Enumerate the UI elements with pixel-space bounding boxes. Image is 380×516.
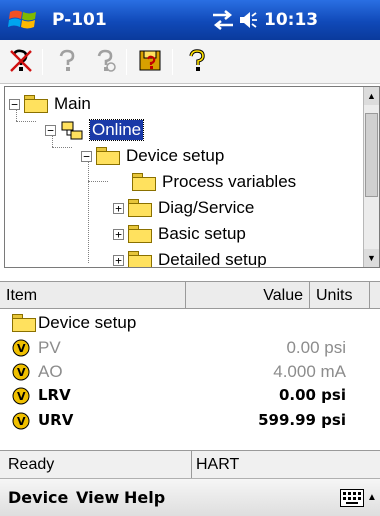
tree-connector [88,161,89,263]
list-item-label: AO [38,362,63,381]
list-item-value: 0.00 psi [278,386,346,404]
window-title: P-101 [52,10,107,30]
network-device-icon [60,121,84,140]
windows-start-icon[interactable] [6,6,40,34]
toolbar-separator [42,49,43,75]
variable-icon: V [12,363,32,381]
svg-text:V: V [17,390,26,403]
volume-icon[interactable] [238,9,258,31]
collapse-toggle[interactable]: − [9,98,20,110]
status-bar: Ready HART [0,450,380,479]
list-item-value: 599.99 psi [258,411,346,429]
tree-node-device-setup[interactable]: − Device setup [81,143,224,169]
column-header-item[interactable]: Item [0,282,186,309]
tree-node-label: Process variables [162,172,297,191]
tree-node-label: Device setup [126,146,225,165]
collapse-toggle[interactable]: − [81,150,92,162]
connectivity-icon[interactable] [210,9,236,31]
tree-node-label: Main [54,94,91,113]
folder-icon [24,95,48,113]
svg-text:V: V [17,366,26,379]
offline-device-icon[interactable] [8,48,34,74]
list-item-label: PV [38,338,61,357]
list-item-pv[interactable]: V PV 0.00 psi [0,336,380,360]
menu-view[interactable]: View [76,488,119,507]
list-item-label: URV [38,411,74,429]
expand-toggle[interactable]: + [113,254,124,266]
tree-node-label: Online [88,119,145,141]
svg-text:V: V [17,415,26,428]
toolbar [0,40,380,84]
tree-connector [88,181,108,182]
scroll-up-arrow-icon[interactable]: ▲ [364,87,379,105]
help-disabled-icon[interactable] [54,48,80,74]
folder-icon [128,199,152,217]
protocol-label: HART [196,456,240,473]
list-item-urv[interactable]: V URV 599.99 psi [0,409,380,433]
menu-device[interactable]: Device [8,488,68,507]
toolbar-separator [126,49,127,75]
title-bar: P-101 10:13 [0,0,380,40]
scroll-down-arrow-icon[interactable]: ▼ [364,249,379,267]
expand-toggle[interactable]: + [113,228,124,240]
help-disabled-icon[interactable] [92,48,118,74]
collapse-toggle[interactable]: − [45,124,56,136]
list-item-value: 4.000 mA [273,362,346,381]
expand-toggle[interactable]: + [113,202,124,214]
list-item-label: LRV [38,386,71,404]
tree-node-detailed-setup[interactable]: + Detailed setup [113,247,267,268]
list-item-lrv[interactable]: V LRV 0.00 psi [0,384,380,408]
tree-connector [16,121,36,122]
folder-icon [128,251,152,267]
tree-node-diag-service[interactable]: + Diag/Service [113,195,254,221]
svg-text:V: V [17,342,26,355]
list-item-ao[interactable]: V AO 4.000 mA [0,360,380,384]
keyboard-icon[interactable] [340,489,364,507]
variable-icon: V [12,412,32,430]
list-header: Item Value Units [0,281,380,309]
column-header-units[interactable]: Units [310,282,370,309]
tree-node-label: Diag/Service [158,198,255,217]
tree-node-main[interactable]: − Main [9,91,91,117]
list-item-value: 0.00 psi [286,338,346,357]
toolbar-separator [172,49,173,75]
clock[interactable]: 10:13 [264,10,318,30]
input-panel-arrow-icon[interactable]: ▲ [367,492,377,503]
variable-icon: V [12,339,32,357]
tree-node-basic-setup[interactable]: + Basic setup [113,221,246,247]
status-text: Ready [0,451,192,479]
list-item-folder[interactable]: Device setup [0,311,380,335]
save-device-icon[interactable] [138,48,164,74]
variable-icon: V [12,387,32,405]
tree-scrollbar[interactable]: ▲ ▼ [363,87,379,267]
device-tree[interactable]: − Main − Online − Device setup Process v… [4,86,380,268]
help-icon[interactable] [184,48,210,74]
tree-node-online[interactable]: − Online [45,117,145,143]
menu-help[interactable]: Help [124,488,165,507]
folder-icon [12,314,36,332]
folder-icon [96,147,120,165]
tree-node-label: Basic setup [158,224,246,243]
tree-node-process-variables[interactable]: Process variables [132,169,296,195]
tree-node-label: Detailed setup [158,250,267,268]
scroll-thumb[interactable] [365,113,378,197]
column-header-value[interactable]: Value [186,282,310,309]
folder-icon [128,225,152,243]
tree-connector [52,147,72,148]
list-item-label: Device setup [38,313,137,332]
folder-icon [132,173,156,191]
menu-bar: Device View Help ▲ [0,478,380,516]
